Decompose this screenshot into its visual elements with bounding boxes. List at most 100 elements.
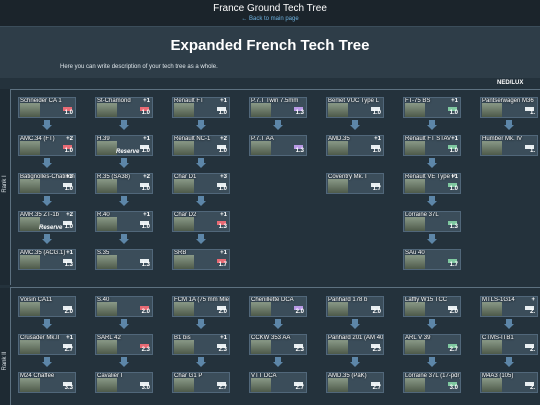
arrow-down-icon	[119, 319, 129, 329]
vehicle-card[interactable]: Berliet VUC Type L 1.0	[326, 97, 384, 118]
site-title: France Ground Tech Tree	[213, 3, 327, 14]
arrow-down-icon	[427, 196, 437, 206]
folder-count-badge: +1	[451, 136, 458, 142]
vehicle-thumbnail	[20, 103, 40, 117]
vehicle-card[interactable]: ARL V 39 2.7	[403, 334, 461, 355]
vehicle-card[interactable]: H.391.0+1Reserve (1.0)	[95, 135, 153, 156]
vehicle-card[interactable]: AMC.35 (ACG.1) 1.3 +1	[18, 249, 76, 270]
vehicle-thumbnail	[174, 141, 194, 155]
battle-rating: 1.3	[295, 148, 304, 154]
arrow-down-icon	[504, 120, 514, 130]
vehicle-card[interactable]: Voisin CA11 2.0	[18, 296, 76, 317]
vehicle-card[interactable]: Renault FT STAV 1.0 +1	[403, 135, 461, 156]
vehicle-thumbnail	[20, 340, 40, 354]
vehicle-card[interactable]: M24 Chaffee 3.3	[18, 372, 76, 393]
arrow-down-icon	[427, 158, 437, 168]
vehicle-thumbnail	[405, 255, 425, 269]
vehicle-card[interactable]: AMD.35 (PaK) 2.7	[326, 372, 384, 393]
vehicle-card[interactable]: Panhard 178 b 2.0	[326, 296, 384, 317]
vehicle-card[interactable]: Coventry Mk. I 1.7	[326, 173, 384, 194]
rank-divider	[10, 89, 540, 90]
battle-rating: 2.7	[218, 385, 227, 391]
vehicle-card[interactable]: Panhard 201 (AM 40P) 2.3	[326, 334, 384, 355]
reserve-label: Reserve (1.0)	[39, 225, 63, 231]
arrow-down-icon	[504, 357, 514, 367]
vehicle-card[interactable]: AMR.35 ZT-1b1.0+2Reserve (1.0)	[18, 211, 76, 232]
vehicle-name: R.35 (SA38)	[97, 174, 131, 180]
vehicle-name: S.35	[97, 250, 110, 256]
vehicle-card[interactable]: Renault NC-1 1.0 +2	[172, 135, 230, 156]
vehicle-thumbnail	[251, 302, 271, 316]
battle-rating: 3.3	[64, 385, 73, 391]
vehicle-card[interactable]: P.7.T Twin 7.5mm 1.3	[249, 97, 307, 118]
vehicle-card[interactable]: Laffly W15 TCC 2.0	[403, 296, 461, 317]
vehicle-card[interactable]: Char D1 1.0 +3	[172, 173, 230, 194]
vehicle-card[interactable]: Cavalier I 3.0	[95, 372, 153, 393]
vehicle-card[interactable]: FCM 1A (75 mm Mle. 1897) 2.0	[172, 296, 230, 317]
vehicle-card[interactable]: Pantserwagen M36 1.	[480, 97, 538, 118]
vehicle-card[interactable]: M4A3 (105) 2.	[480, 372, 538, 393]
vehicle-card[interactable]: CTMS-ITB1 2.	[480, 334, 538, 355]
arrow-down-icon	[119, 158, 129, 168]
vehicle-card[interactable]: SRB 1.7 +1	[172, 249, 230, 270]
vehicle-card[interactable]: B1 bis 2.3 +1	[172, 334, 230, 355]
back-link[interactable]: ← Back to main page	[0, 15, 540, 23]
arrow-down-icon	[119, 196, 129, 206]
vehicle-card[interactable]: St-Chamond 1.0 +1	[95, 97, 153, 118]
battle-rating: 2.7	[449, 347, 458, 353]
vehicle-name: Voisin CA11	[20, 297, 53, 303]
vehicle-card[interactable]: Chenillette DCA 2.0	[249, 296, 307, 317]
arrow-down-icon	[273, 120, 283, 130]
vehicle-card[interactable]: AMD.35 1.0 +1	[326, 135, 384, 156]
vehicle-card[interactable]: R.40 1.0 +1	[95, 211, 153, 232]
arrow-down-icon	[196, 234, 206, 244]
vehicle-card[interactable]: Batignolles-Chatillon 1.0 +3	[18, 173, 76, 194]
battle-rating: 2.0	[141, 309, 150, 315]
vehicle-card[interactable]: Crusader Mk.II 2.7 +1	[18, 334, 76, 355]
vehicle-card[interactable]: VTT DCA 2.7	[249, 372, 307, 393]
vehicle-card[interactable]: Char D2 1.3 +1	[172, 211, 230, 232]
vehicle-card[interactable]: FT-75 BS 1.0 +1	[403, 97, 461, 118]
vehicle-name: M24 Chaffee	[20, 373, 55, 379]
vehicle-thumbnail	[482, 378, 502, 392]
vehicle-card[interactable]: P.7.T AA 1.3	[249, 135, 307, 156]
vehicle-name: Crusader Mk.II	[20, 335, 60, 341]
arrow-down-icon	[196, 196, 206, 206]
vehicle-card[interactable]: S.40 2.0	[95, 296, 153, 317]
vehicle-name: Panhard 201 (AM 40P)	[328, 335, 384, 341]
vehicle-card[interactable]: R.35 (SA38) 1.0 +2	[95, 173, 153, 194]
battle-rating: 2.7	[295, 385, 304, 391]
vehicle-card[interactable]: Char G1 P 2.7	[172, 372, 230, 393]
arrow-down-icon	[42, 158, 52, 168]
vehicle-thumbnail	[174, 179, 194, 193]
vehicle-card[interactable]: Lorraine 37L 1.3	[403, 211, 461, 232]
vehicle-card[interactable]: AMC.34 (FT) 1.0 +2	[18, 135, 76, 156]
battle-rating: 1.0	[64, 148, 73, 154]
vehicle-name: ARL V 39	[405, 335, 431, 341]
folder-count-badge: +2	[66, 136, 73, 142]
vehicle-thumbnail	[20, 302, 40, 316]
battle-rating: 2.3	[141, 347, 150, 353]
vehicle-thumbnail	[328, 141, 348, 155]
vehicle-card[interactable]: Renault FT 1.0 +1	[172, 97, 230, 118]
vehicle-card[interactable]: Schneider CA 1 1.0	[18, 97, 76, 118]
vehicle-thumbnail	[174, 340, 194, 354]
vehicle-card[interactable]: S.35 1.3	[95, 249, 153, 270]
top-bar: France Ground Tech Tree ← Back to main p…	[0, 0, 540, 26]
vehicle-thumbnail	[251, 141, 271, 155]
folder-count-badge: +3	[66, 174, 73, 180]
vehicle-thumbnail	[20, 179, 40, 193]
vehicle-card[interactable]: MTLS-1G14 2. +	[480, 296, 538, 317]
folder-count-badge: +1	[220, 250, 227, 256]
vehicle-card[interactable]: Lorraine 37L (17-pdr) 3.0	[403, 372, 461, 393]
vehicle-name: Char D2	[174, 212, 197, 218]
folder-count-badge: +2	[66, 212, 73, 218]
vehicle-card[interactable]: Humber Mk. IV 1.	[480, 135, 538, 156]
vehicle-card[interactable]: SARL 42 2.3	[95, 334, 153, 355]
vehicle-card[interactable]: SAu 40 1.7	[403, 249, 461, 270]
battle-rating: 1.0	[372, 148, 381, 154]
battle-rating: 1.0	[449, 186, 458, 192]
vehicle-card[interactable]: Renault VE Type P 1.0 +1	[403, 173, 461, 194]
arrow-down-icon	[119, 357, 129, 367]
vehicle-card[interactable]: CCKW 353 AA 2.3	[249, 334, 307, 355]
